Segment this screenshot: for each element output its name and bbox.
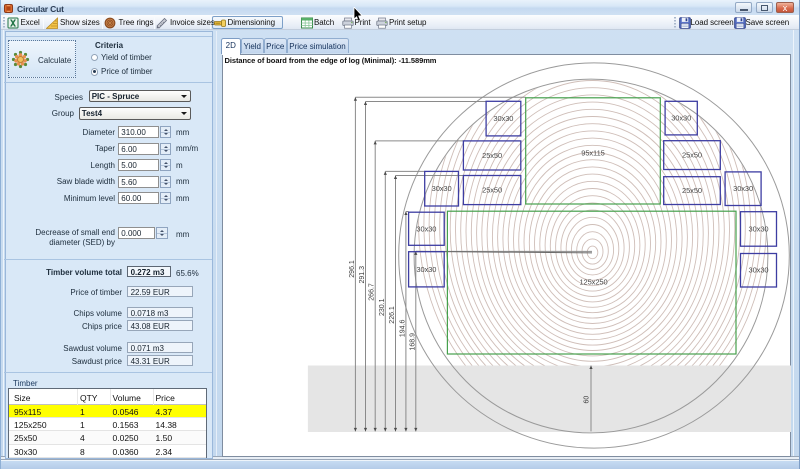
svg-text:125x250: 125x250 (579, 277, 607, 286)
svg-text:95x115: 95x115 (581, 148, 604, 157)
svg-text:25x50: 25x50 (482, 185, 502, 194)
svg-text:30x30: 30x30 (416, 224, 436, 233)
svg-text:194.6: 194.6 (399, 319, 406, 337)
svg-text:230.1: 230.1 (378, 298, 385, 316)
svg-text:291.3: 291.3 (359, 265, 366, 283)
svg-text:168.9: 168.9 (409, 332, 416, 350)
svg-text:30x30: 30x30 (671, 113, 691, 122)
svg-text:266.7: 266.7 (368, 283, 375, 301)
svg-text:30x30: 30x30 (416, 264, 436, 273)
svg-text:60: 60 (583, 395, 590, 403)
svg-text:25x50: 25x50 (682, 186, 702, 195)
svg-text:30x30: 30x30 (748, 265, 768, 274)
svg-text:296.1: 296.1 (348, 260, 355, 278)
svg-text:30x30: 30x30 (733, 184, 753, 193)
svg-text:30x30: 30x30 (748, 224, 768, 233)
svg-text:30x30: 30x30 (431, 184, 451, 193)
svg-text:25x50: 25x50 (682, 150, 702, 159)
svg-text:25x50: 25x50 (482, 150, 502, 159)
svg-text:30x30: 30x30 (493, 114, 513, 123)
svg-text:226.1: 226.1 (389, 306, 396, 324)
